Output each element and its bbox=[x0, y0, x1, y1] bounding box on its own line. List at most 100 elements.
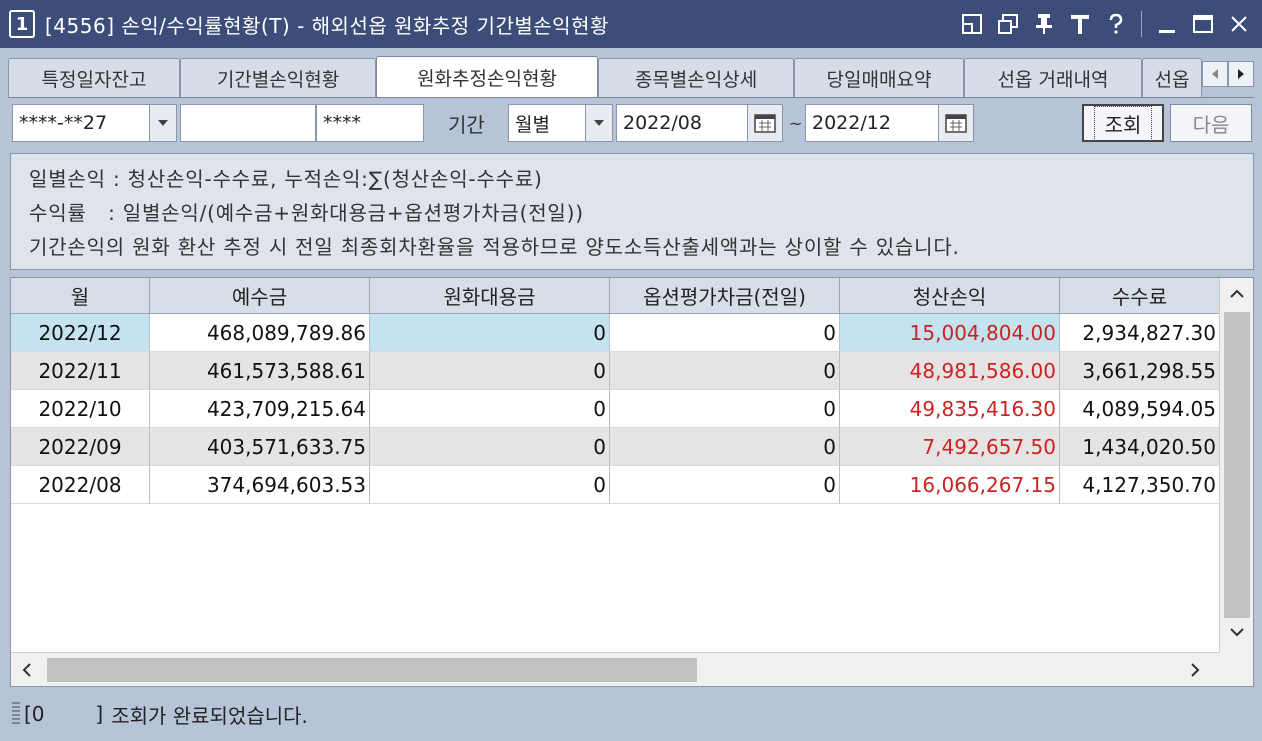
tab-item-profit-detail[interactable]: 종목별손익상세 bbox=[598, 58, 794, 98]
cell-month: 2022/11 bbox=[11, 352, 150, 390]
tab-daily-trade-summary[interactable]: 당일매매요약 bbox=[794, 58, 964, 98]
password-field[interactable]: **** bbox=[316, 104, 424, 142]
title-separator bbox=[1141, 11, 1142, 37]
period-label: 기간 bbox=[448, 112, 485, 137]
table-row[interactable]: 2022/12 468,089,789.86 0 0 15,004,804.00… bbox=[11, 314, 1220, 352]
status-bar: [0 ] 조회가 완료되었습니다. bbox=[8, 692, 1254, 736]
cell-krw-substitute: 0 bbox=[370, 390, 610, 428]
horizontal-scrollbar[interactable] bbox=[11, 652, 1221, 686]
tab-krw-estimate-profit[interactable]: 원화추정손익현황 bbox=[376, 56, 598, 98]
cell-month: 2022/08 bbox=[11, 466, 150, 504]
info-line-return-rate: 수익률 : 일별손익/(예수금+원화대용금+옵션평가차금(전일)) bbox=[29, 200, 584, 225]
col-month[interactable]: 월 bbox=[11, 278, 150, 314]
tab-futures-options-more[interactable]: 선옵 bbox=[1142, 58, 1202, 98]
tab-scroll-nav bbox=[1202, 61, 1254, 87]
cell-month: 2022/10 bbox=[11, 390, 150, 428]
table-row[interactable]: 2022/11 461,573,588.61 0 0 48,981,586.00… bbox=[11, 352, 1220, 390]
scroll-down-icon[interactable] bbox=[1228, 624, 1246, 644]
cell-deposit: 403,571,633.75 bbox=[150, 428, 370, 466]
col-fee[interactable]: 수수료 bbox=[1060, 278, 1220, 314]
profit-grid[interactable]: 월 예수금 원화대용금 옵션평가차금(전일) 청산손익 수수료 2022/12 … bbox=[10, 277, 1254, 687]
tab-baseline bbox=[8, 97, 1254, 98]
window-number-badge[interactable]: 1 bbox=[9, 10, 35, 38]
col-option-valuation[interactable]: 옵션평가차금(전일) bbox=[610, 278, 840, 314]
copy-window-icon[interactable] bbox=[993, 9, 1023, 39]
cell-deposit: 468,089,789.86 bbox=[150, 314, 370, 352]
cell-krw-substitute: 0 bbox=[370, 314, 610, 352]
cell-liquidation-profit: 49,835,416.30 bbox=[840, 390, 1060, 428]
info-line-notice: 기간손익의 원화 환산 추정 시 전일 최종회차환율을 적용하므로 양도소득산출… bbox=[29, 234, 960, 259]
col-liquidation-profit[interactable]: 청산손익 bbox=[840, 278, 1060, 314]
cell-deposit: 423,709,215.64 bbox=[150, 390, 370, 428]
table-row[interactable]: 2022/09 403,571,633.75 0 0 7,492,657.50 … bbox=[11, 428, 1220, 466]
tab-specific-date-balance[interactable]: 특정일자잔고 bbox=[8, 58, 180, 98]
tab-scroll-right-icon[interactable] bbox=[1228, 61, 1254, 87]
end-date-field[interactable]: 2022/12 bbox=[805, 104, 939, 142]
help-icon[interactable] bbox=[1101, 9, 1131, 39]
table-row[interactable]: 2022/08 374,694,603.53 0 0 16,066,267.15… bbox=[11, 466, 1220, 504]
scroll-left-icon[interactable] bbox=[19, 661, 35, 683]
tab-scroll-left-icon[interactable] bbox=[1202, 61, 1228, 87]
cell-liquidation-profit: 16,066,267.15 bbox=[840, 466, 1060, 504]
cell-fee: 1,434,020.50 bbox=[1060, 428, 1220, 466]
scroll-right-icon[interactable] bbox=[1187, 661, 1203, 683]
horizontal-scroll-thumb[interactable] bbox=[47, 658, 697, 682]
cell-krw-substitute: 0 bbox=[370, 466, 610, 504]
start-calendar-icon[interactable] bbox=[747, 104, 783, 142]
tab-futures-options-history[interactable]: 선옵 거래내역 bbox=[964, 58, 1142, 98]
cell-deposit: 374,694,603.53 bbox=[150, 466, 370, 504]
cell-krw-substitute: 0 bbox=[370, 352, 610, 390]
cell-krw-substitute: 0 bbox=[370, 428, 610, 466]
grid-header: 월 예수금 원화대용금 옵션평가차금(전일) 청산손익 수수료 bbox=[11, 278, 1220, 314]
end-calendar-icon[interactable] bbox=[938, 104, 974, 142]
cell-liquidation-profit: 48,981,586.00 bbox=[840, 352, 1060, 390]
query-button-label: 조회 bbox=[1093, 105, 1153, 141]
cell-deposit: 461,573,588.61 bbox=[150, 352, 370, 390]
vertical-scroll-thumb[interactable] bbox=[1224, 312, 1250, 618]
cell-option-valuation: 0 bbox=[610, 314, 840, 352]
cell-month: 2022/12 bbox=[11, 314, 150, 352]
cell-option-valuation: 0 bbox=[610, 428, 840, 466]
period-dropdown-button[interactable] bbox=[585, 104, 613, 142]
account-dropdown-button[interactable] bbox=[149, 104, 177, 142]
status-grip-icon bbox=[12, 702, 20, 726]
query-toolbar: ****-**27 **** 기간 월별 2022/08 ~ 2022/12 조… bbox=[8, 100, 1254, 148]
cell-fee: 4,089,594.05 bbox=[1060, 390, 1220, 428]
tab-period-profit[interactable]: 기간별손익현황 bbox=[180, 58, 376, 98]
cell-option-valuation: 0 bbox=[610, 390, 840, 428]
font-size-icon[interactable] bbox=[1065, 9, 1095, 39]
scroll-up-icon[interactable] bbox=[1228, 286, 1246, 306]
period-select[interactable]: 월별 bbox=[508, 104, 586, 142]
cell-liquidation-profit: 7,492,657.50 bbox=[840, 428, 1060, 466]
table-row[interactable]: 2022/10 423,709,215.64 0 0 49,835,416.30… bbox=[11, 390, 1220, 428]
cell-fee: 3,661,298.55 bbox=[1060, 352, 1220, 390]
account-name-field[interactable] bbox=[180, 104, 316, 142]
cell-fee: 2,934,827.30 bbox=[1060, 314, 1220, 352]
col-krw-substitute[interactable]: 원화대용금 bbox=[370, 278, 610, 314]
cell-month: 2022/09 bbox=[11, 428, 150, 466]
close-icon[interactable] bbox=[1224, 9, 1254, 39]
query-button[interactable]: 조회 bbox=[1082, 104, 1164, 142]
status-code: [0 ] bbox=[24, 702, 104, 726]
cell-fee: 4,127,350.70 bbox=[1060, 466, 1220, 504]
status-message: 조회가 완료되었습니다. bbox=[111, 703, 308, 728]
minimize-icon[interactable] bbox=[1152, 9, 1182, 39]
cell-option-valuation: 0 bbox=[610, 466, 840, 504]
title-bar: 1 [4556] 손익/수익률현황(T) - 해외선옵 원화추정 기간별손익현황 bbox=[0, 0, 1262, 48]
next-button[interactable]: 다음 bbox=[1170, 104, 1252, 142]
start-date-field[interactable]: 2022/08 bbox=[616, 104, 748, 142]
vertical-scrollbar[interactable] bbox=[1219, 278, 1253, 652]
window-title: [4556] 손익/수익률현황(T) - 해외선옵 원화추정 기간별손익현황 bbox=[45, 13, 609, 38]
cell-option-valuation: 0 bbox=[610, 352, 840, 390]
maximize-icon[interactable] bbox=[1188, 9, 1218, 39]
pin-icon[interactable] bbox=[1029, 9, 1059, 39]
info-panel: 일별손익 : 청산손익-수수료, 누적손익:∑(청산손익-수수료) 수익률 : … bbox=[10, 153, 1254, 270]
tab-strip: 특정일자잔고 기간별손익현황 원화추정손익현황 종목별손익상세 당일매매요약 선… bbox=[8, 56, 1254, 98]
link-window-icon[interactable] bbox=[957, 9, 987, 39]
title-buttons bbox=[957, 0, 1254, 48]
scrollbar-corner bbox=[1219, 652, 1253, 686]
date-range-tilde: ~ bbox=[789, 113, 803, 133]
info-line-daily-profit: 일별손익 : 청산손익-수수료, 누적손익:∑(청산손익-수수료) bbox=[29, 166, 543, 191]
account-number-field[interactable]: ****-**27 bbox=[12, 104, 150, 142]
col-deposit[interactable]: 예수금 bbox=[150, 278, 370, 314]
